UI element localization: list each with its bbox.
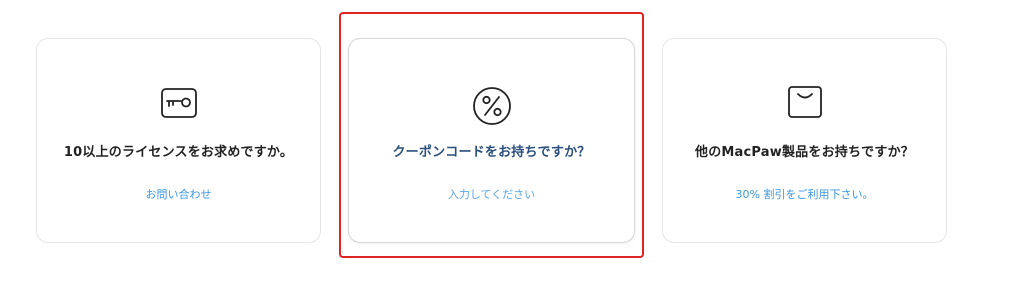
macpaw-products-card-title: 他のMacPaw製品をお持ちですか？ (695, 145, 914, 160)
discount-link[interactable]: 30% 割引をご利用下さい。 (663, 186, 946, 202)
key-icon (160, 88, 197, 118)
macpaw-products-card: 他のMacPaw製品をお持ちですか？ 30% 割引をご利用下さい。 (662, 38, 947, 243)
license-card-title: 10以上のライセンスをお求めですか。 (63, 145, 294, 160)
highlight-frame (339, 12, 644, 258)
contact-us-link[interactable]: お問い合わせ (37, 186, 320, 202)
license-card: 10以上のライセンスをお求めですか。 お問い合わせ (36, 38, 321, 243)
shopping-bag-icon (787, 86, 822, 118)
